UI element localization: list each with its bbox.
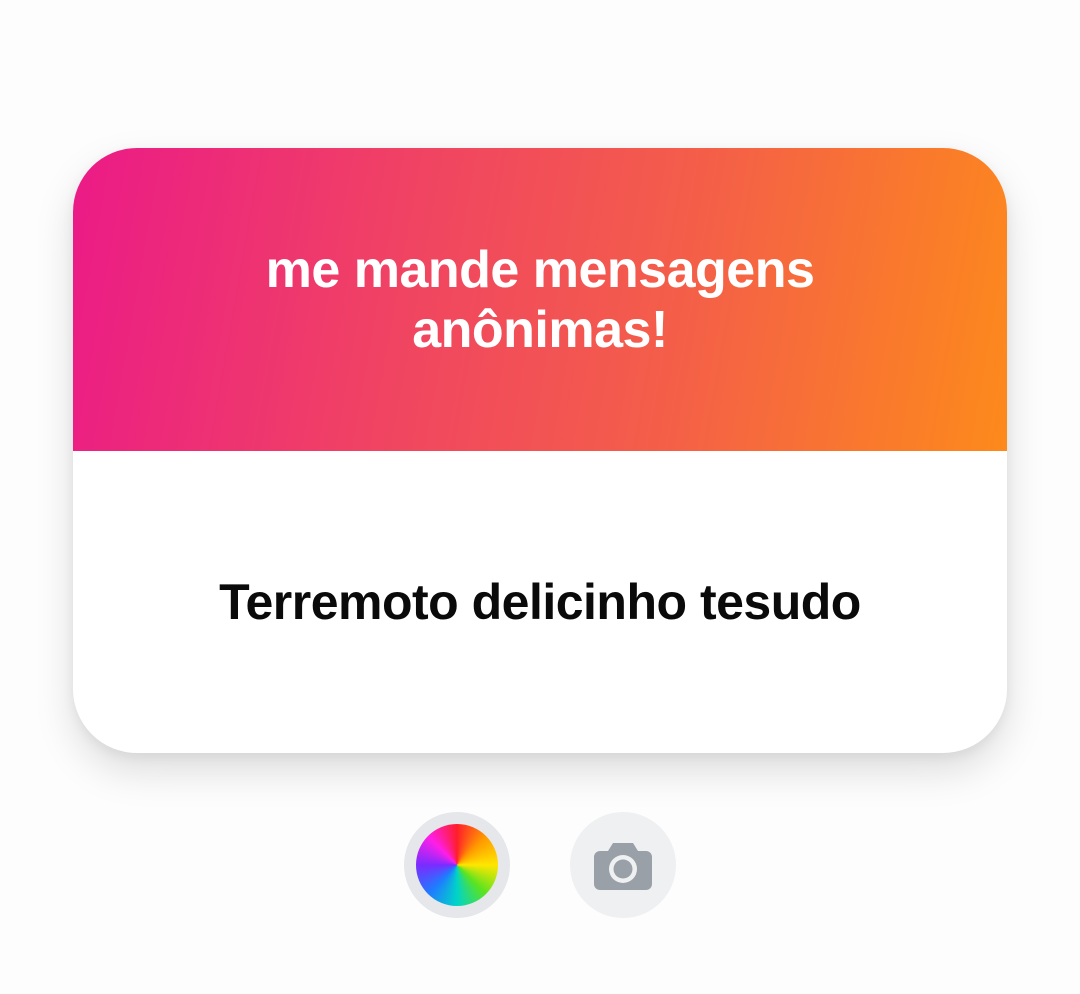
camera-button[interactable] <box>570 812 676 918</box>
color-wheel-icon <box>416 824 498 906</box>
question-sticker-body: Terremoto delicinho tesudo <box>73 451 1007 753</box>
camera-icon <box>594 843 652 890</box>
question-prompt: me mande mensagens anônimas! <box>265 240 815 359</box>
question-sticker-header: me mande mensagens anônimas! <box>73 148 1007 451</box>
question-sticker-card[interactable]: me mande mensagens anônimas! Terremoto d… <box>73 148 1007 753</box>
color-picker-button[interactable] <box>404 812 510 918</box>
answer-text: Terremoto delicinho tesudo <box>219 574 861 630</box>
